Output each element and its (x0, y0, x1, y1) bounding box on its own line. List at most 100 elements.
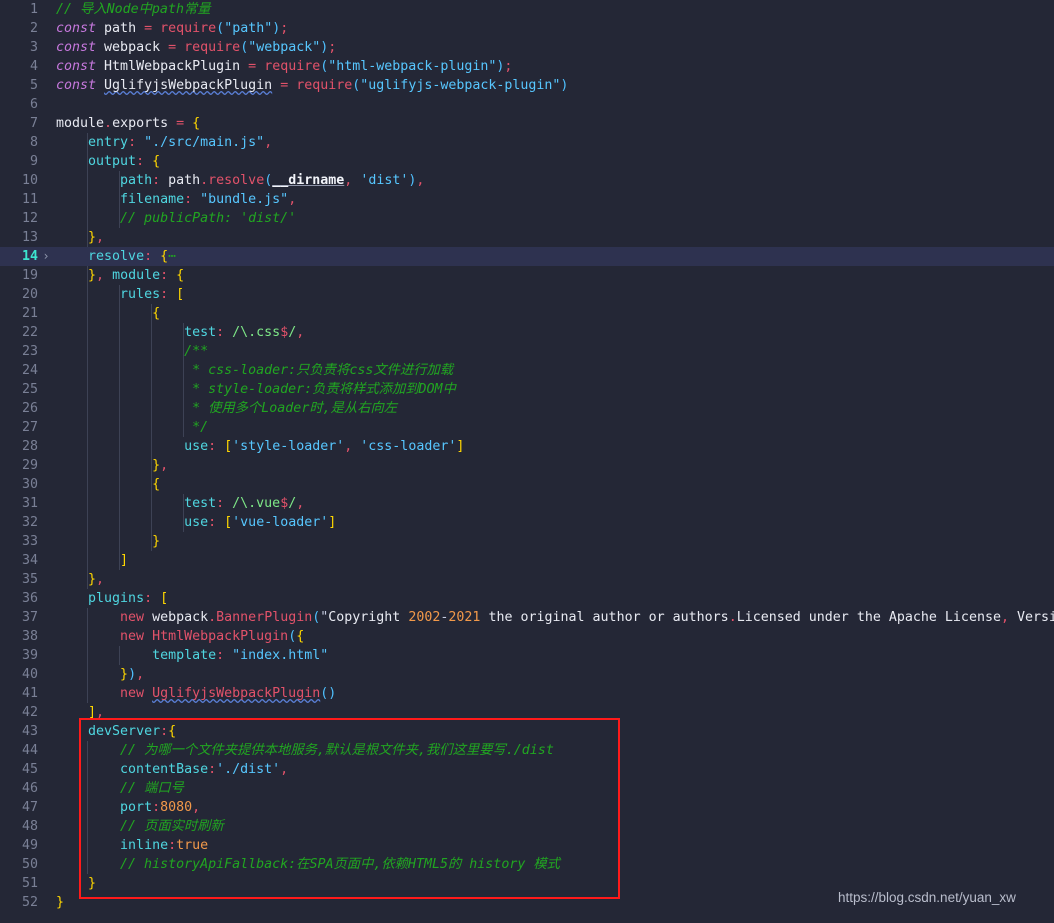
line-number[interactable]: 44 (0, 741, 38, 760)
code-line[interactable]: 28 use: ['style-loader', 'css-loader'] (0, 437, 1054, 456)
line-number[interactable]: 4 (0, 57, 38, 76)
code-line[interactable]: 32 use: ['vue-loader'] (0, 513, 1054, 532)
code-text[interactable]: /** (56, 342, 208, 361)
line-number[interactable]: 5 (0, 76, 38, 95)
code-text[interactable]: // historyApiFallback:在SPA页面中,依赖HTML5的 h… (56, 855, 560, 874)
code-text[interactable]: rules: [ (56, 285, 184, 304)
code-line[interactable]: 34 ] (0, 551, 1054, 570)
code-line[interactable]: 10 path: path.resolve(__dirname, 'dist')… (0, 171, 1054, 190)
code-text[interactable]: module.exports = { (56, 114, 200, 133)
line-number[interactable]: 30 (0, 475, 38, 494)
line-number[interactable]: 42 (0, 703, 38, 722)
line-number[interactable]: 23 (0, 342, 38, 361)
line-number[interactable]: 14 (0, 247, 38, 266)
line-number[interactable]: 25 (0, 380, 38, 399)
code-text[interactable]: { (56, 475, 160, 494)
code-line[interactable]: 7 module.exports = { (0, 114, 1054, 133)
code-line[interactable]: 20 rules: [ (0, 285, 1054, 304)
code-line[interactable]: 45 contentBase:'./dist', (0, 760, 1054, 779)
code-line[interactable]: 12 // publicPath: 'dist/' (0, 209, 1054, 228)
line-number[interactable]: 2 (0, 19, 38, 38)
line-number[interactable]: 21 (0, 304, 38, 323)
code-text[interactable]: // 导入Node中path常量 (56, 0, 211, 19)
line-number[interactable]: 36 (0, 589, 38, 608)
line-number[interactable]: 33 (0, 532, 38, 551)
line-number[interactable]: 43 (0, 722, 38, 741)
code-line[interactable]: 25 * style-loader:负责将样式添加到DOM中 (0, 380, 1054, 399)
code-text[interactable]: port:8080, (56, 798, 200, 817)
code-text[interactable]: }), (56, 665, 144, 684)
fold-chevron-icon[interactable]: › (40, 247, 52, 266)
line-number[interactable]: 32 (0, 513, 38, 532)
code-line[interactable]: 8 entry: "./src/main.js", (0, 133, 1054, 152)
code-line[interactable]: 23 /** (0, 342, 1054, 361)
code-text[interactable]: */ (56, 418, 208, 437)
line-number[interactable]: 51 (0, 874, 38, 893)
code-text[interactable]: new HtmlWebpackPlugin({ (56, 627, 304, 646)
code-line[interactable]: 30 { (0, 475, 1054, 494)
code-text[interactable]: * 使用多个Loader时,是从右向左 (56, 399, 397, 418)
line-number[interactable]: 10 (0, 171, 38, 190)
code-text[interactable]: }, (56, 228, 104, 247)
code-text[interactable]: }, module: { (56, 266, 184, 285)
code-line[interactable]: 37 new webpack.BannerPlugin("Copyright 2… (0, 608, 1054, 627)
code-line[interactable]: 39 template: "index.html" (0, 646, 1054, 665)
code-text[interactable]: const webpack = require("webpack"); (56, 38, 336, 57)
line-number[interactable]: 13 (0, 228, 38, 247)
line-number[interactable]: 1 (0, 0, 38, 19)
line-number[interactable]: 7 (0, 114, 38, 133)
line-number[interactable]: 20 (0, 285, 38, 304)
code-line[interactable]: 9 output: { (0, 152, 1054, 171)
code-editor[interactable]: 1 // 导入Node中path常量 2 const path = require("… (0, 0, 1054, 923)
line-number[interactable]: 34 (0, 551, 38, 570)
code-text[interactable]: devServer:{ (56, 722, 176, 741)
code-line[interactable]: 38 new HtmlWebpackPlugin({ (0, 627, 1054, 646)
code-line[interactable]: 46 // 端口号 (0, 779, 1054, 798)
line-number[interactable]: 41 (0, 684, 38, 703)
code-text[interactable]: } (56, 532, 160, 551)
code-text[interactable]: test: /\.vue$/, (56, 494, 304, 513)
code-line[interactable]: 36 plugins: [ (0, 589, 1054, 608)
code-text[interactable]: use: ['vue-loader'] (56, 513, 336, 532)
code-text[interactable]: entry: "./src/main.js", (56, 133, 272, 152)
code-text[interactable]: use: ['style-loader', 'css-loader'] (56, 437, 464, 456)
code-line[interactable]: 11 filename: "bundle.js", (0, 190, 1054, 209)
code-text[interactable]: path: path.resolve(__dirname, 'dist'), (56, 171, 424, 190)
code-line[interactable]: 47 port:8080, (0, 798, 1054, 817)
code-line[interactable]: 33 } (0, 532, 1054, 551)
code-text[interactable]: }, (56, 570, 104, 589)
code-line[interactable]: 21 { (0, 304, 1054, 323)
code-text[interactable]: plugins: [ (56, 589, 168, 608)
code-line[interactable]: 1 // 导入Node中path常量 (0, 0, 1054, 19)
code-text[interactable]: ] (56, 551, 128, 570)
code-line[interactable]: 5 const UglifyjsWebpackPlugin = require("… (0, 76, 1054, 95)
line-number[interactable]: 3 (0, 38, 38, 57)
code-line[interactable]: 50 // historyApiFallback:在SPA页面中,依赖HTML5… (0, 855, 1054, 874)
code-text[interactable]: resolve: {⋯ (56, 247, 176, 266)
code-text[interactable]: } (56, 874, 96, 893)
code-text[interactable]: test: /\.css$/, (56, 323, 304, 342)
line-number[interactable]: 28 (0, 437, 38, 456)
code-text[interactable]: } (56, 893, 64, 912)
code-line[interactable]: 22 test: /\.css$/, (0, 323, 1054, 342)
code-line[interactable]: 49 inline:true (0, 836, 1054, 855)
code-text[interactable]: // 为哪一个文件夹提供本地服务,默认是根文件夹,我们这里要写./dist (56, 741, 554, 760)
code-text[interactable]: * css-loader:只负责将css文件进行加载 (56, 361, 453, 380)
code-text[interactable]: const HtmlWebpackPlugin = require("html-… (56, 57, 512, 76)
line-number[interactable]: 38 (0, 627, 38, 646)
code-line[interactable]: 41 new UglifyjsWebpackPlugin() (0, 684, 1054, 703)
code-line[interactable]: 26 * 使用多个Loader时,是从右向左 (0, 399, 1054, 418)
code-line[interactable]: 24 * css-loader:只负责将css文件进行加载 (0, 361, 1054, 380)
code-line[interactable]: 43 devServer:{ (0, 722, 1054, 741)
line-number[interactable]: 27 (0, 418, 38, 437)
line-number[interactable]: 9 (0, 152, 38, 171)
code-text[interactable]: const UglifyjsWebpackPlugin = require("u… (56, 76, 568, 95)
line-number[interactable]: 48 (0, 817, 38, 836)
code-text[interactable]: new webpack.BannerPlugin("Copyright 2002… (56, 608, 1054, 627)
line-number[interactable]: 46 (0, 779, 38, 798)
line-number[interactable]: 52 (0, 893, 38, 912)
code-text[interactable]: // publicPath: 'dist/' (56, 209, 296, 228)
line-number[interactable]: 39 (0, 646, 38, 665)
code-text[interactable]: template: "index.html" (56, 646, 328, 665)
code-text[interactable]: // 端口号 (56, 779, 184, 798)
